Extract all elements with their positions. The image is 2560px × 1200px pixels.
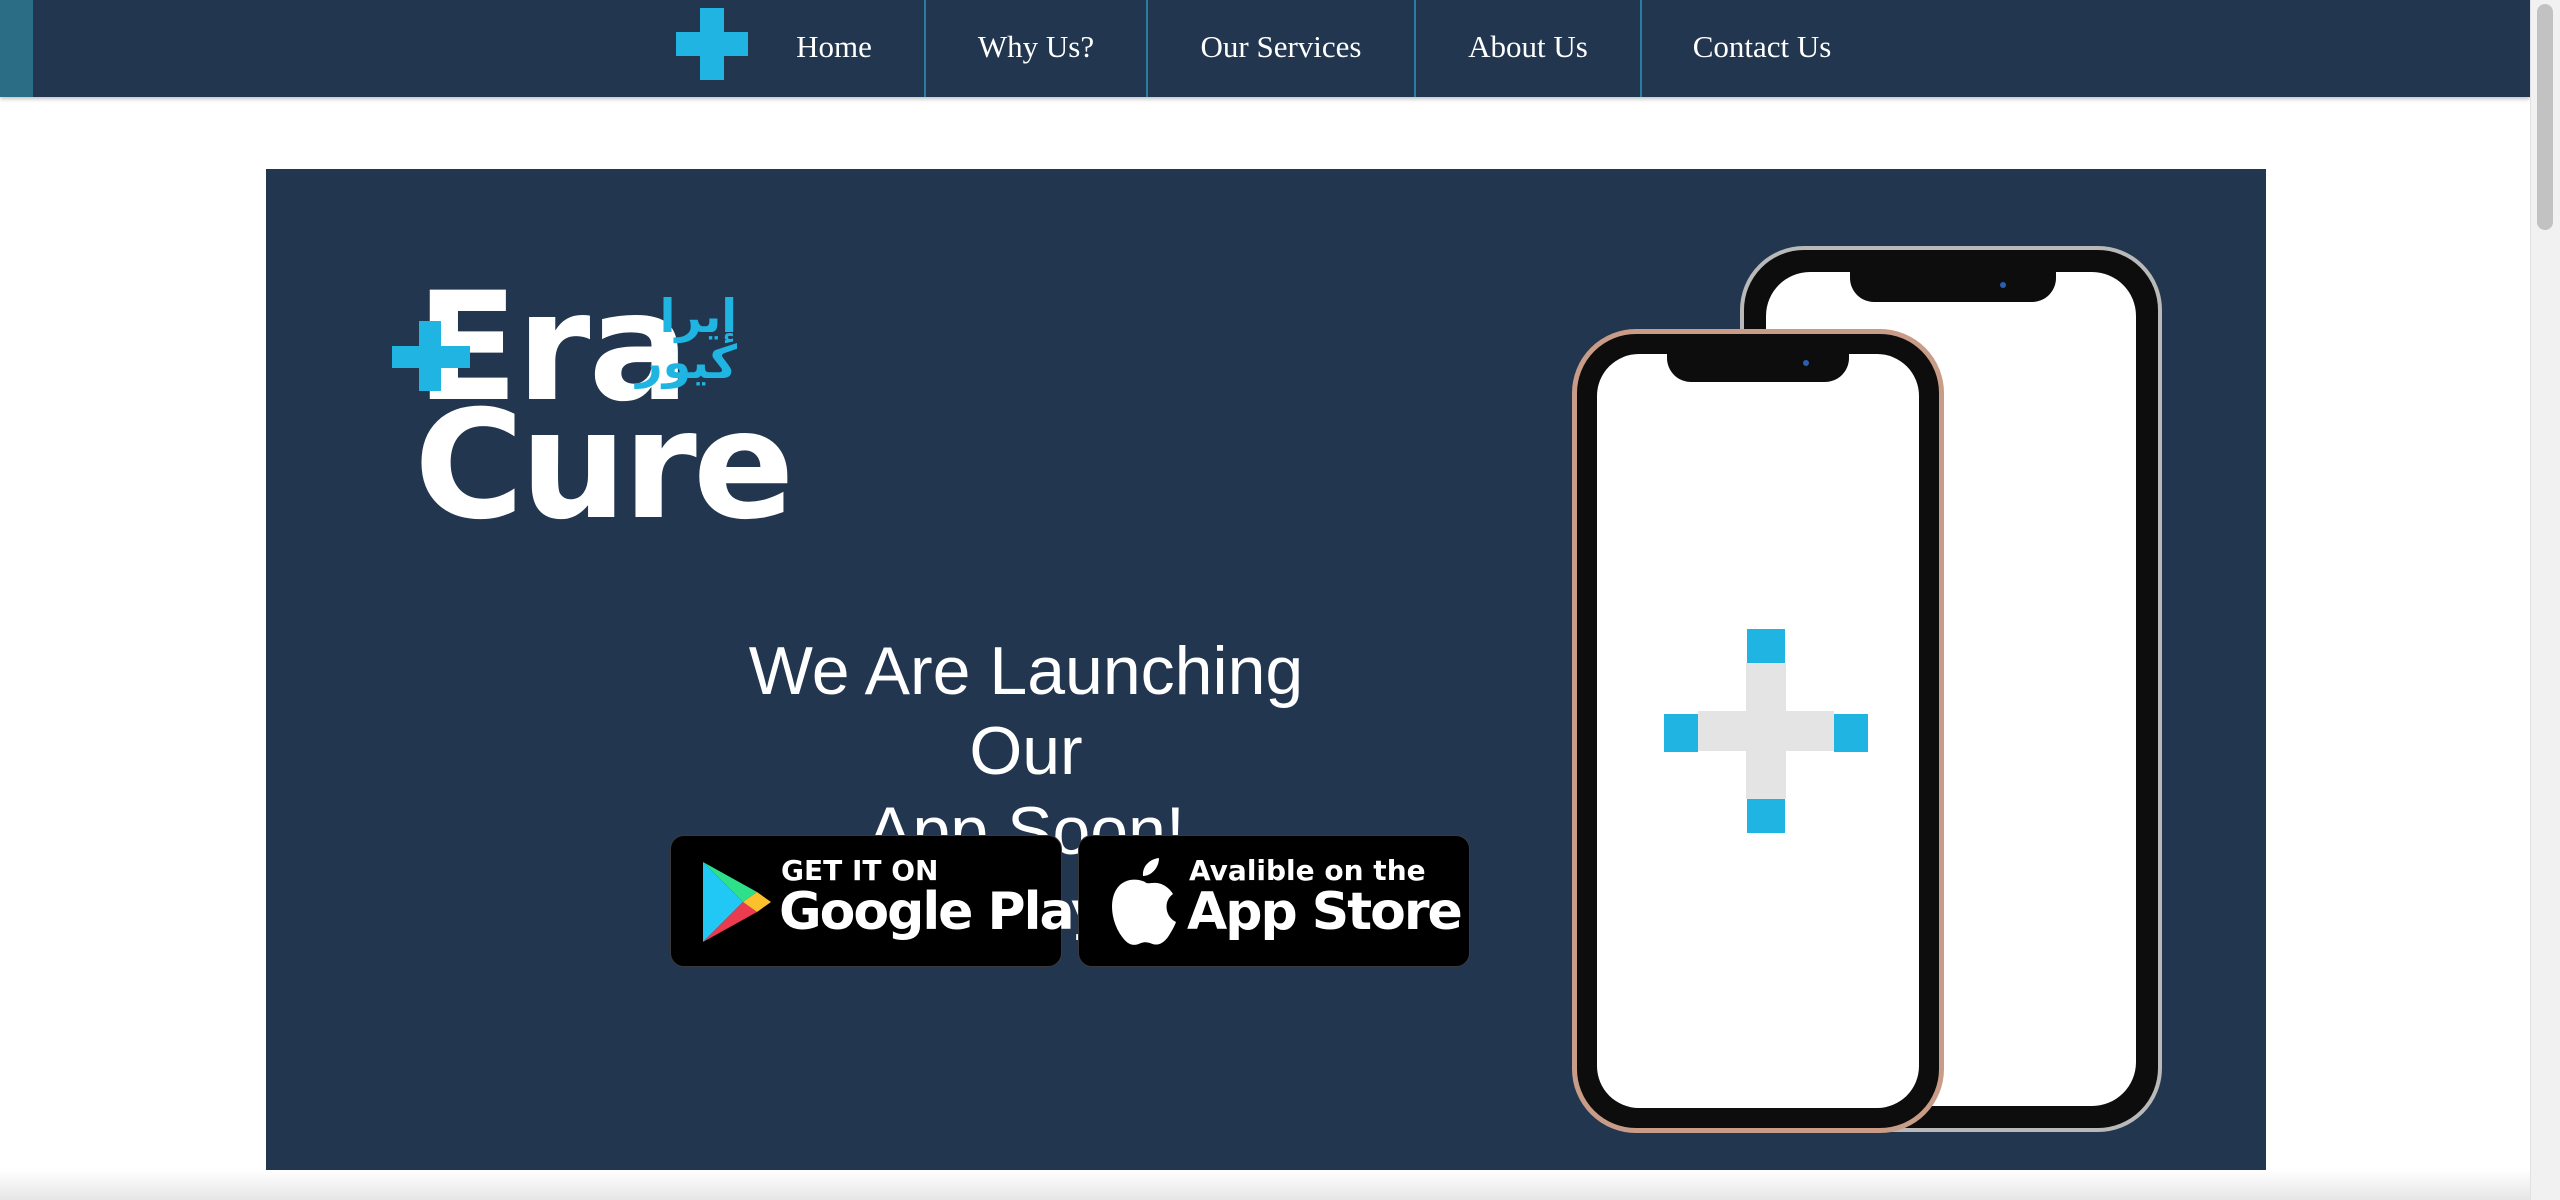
plus-logo-icon[interactable] [676, 8, 748, 80]
nav-item-our-services[interactable]: Our Services [1148, 0, 1414, 97]
app-plus-logo-icon [1664, 629, 1868, 833]
top-navbar: Home Why Us? Our Services About Us Conta… [0, 0, 2530, 97]
google-play-big-text: Google Play [779, 882, 1105, 942]
hero-banner: Era Cure إيرا كيور We Are Launching Our … [266, 169, 2266, 1170]
app-store-big-text: App Store [1187, 882, 1463, 942]
google-play-icon [703, 862, 771, 942]
app-store-button[interactable]: Avalible on the App Store [1078, 835, 1470, 967]
brand-cure-text: Cure [414, 379, 795, 553]
nav-item-why-us[interactable]: Why Us? [926, 0, 1146, 97]
phone-notch [1850, 270, 2056, 302]
google-play-button[interactable]: GET IT ON Google Play [670, 835, 1105, 967]
nav-accent-strip [0, 0, 33, 97]
headline-line1: We Are Launching Our [748, 633, 1304, 789]
apple-icon [1112, 858, 1176, 945]
phone-notch [1667, 350, 1849, 382]
phone-camera [2000, 282, 2006, 288]
brand-arabic-text: إيرا كيور [636, 289, 737, 389]
phone-camera [1803, 360, 1809, 366]
vertical-scrollbar[interactable] [2530, 0, 2560, 1200]
brand-plus-icon-bar [392, 346, 470, 368]
era-cure-logo: Era Cure إيرا كيور [392, 261, 795, 553]
nav-item-home[interactable]: Home [766, 0, 902, 97]
scrollbar-thumb[interactable] [2537, 4, 2553, 230]
brand-arabic-line1: إيرا [659, 289, 737, 343]
nav-item-contact-us[interactable]: Contact Us [1642, 0, 1882, 97]
page-bottom-shade [0, 1170, 2530, 1200]
nav-item-about-us[interactable]: About Us [1416, 0, 1640, 97]
brand-arabic-line2: كيور [636, 335, 737, 389]
